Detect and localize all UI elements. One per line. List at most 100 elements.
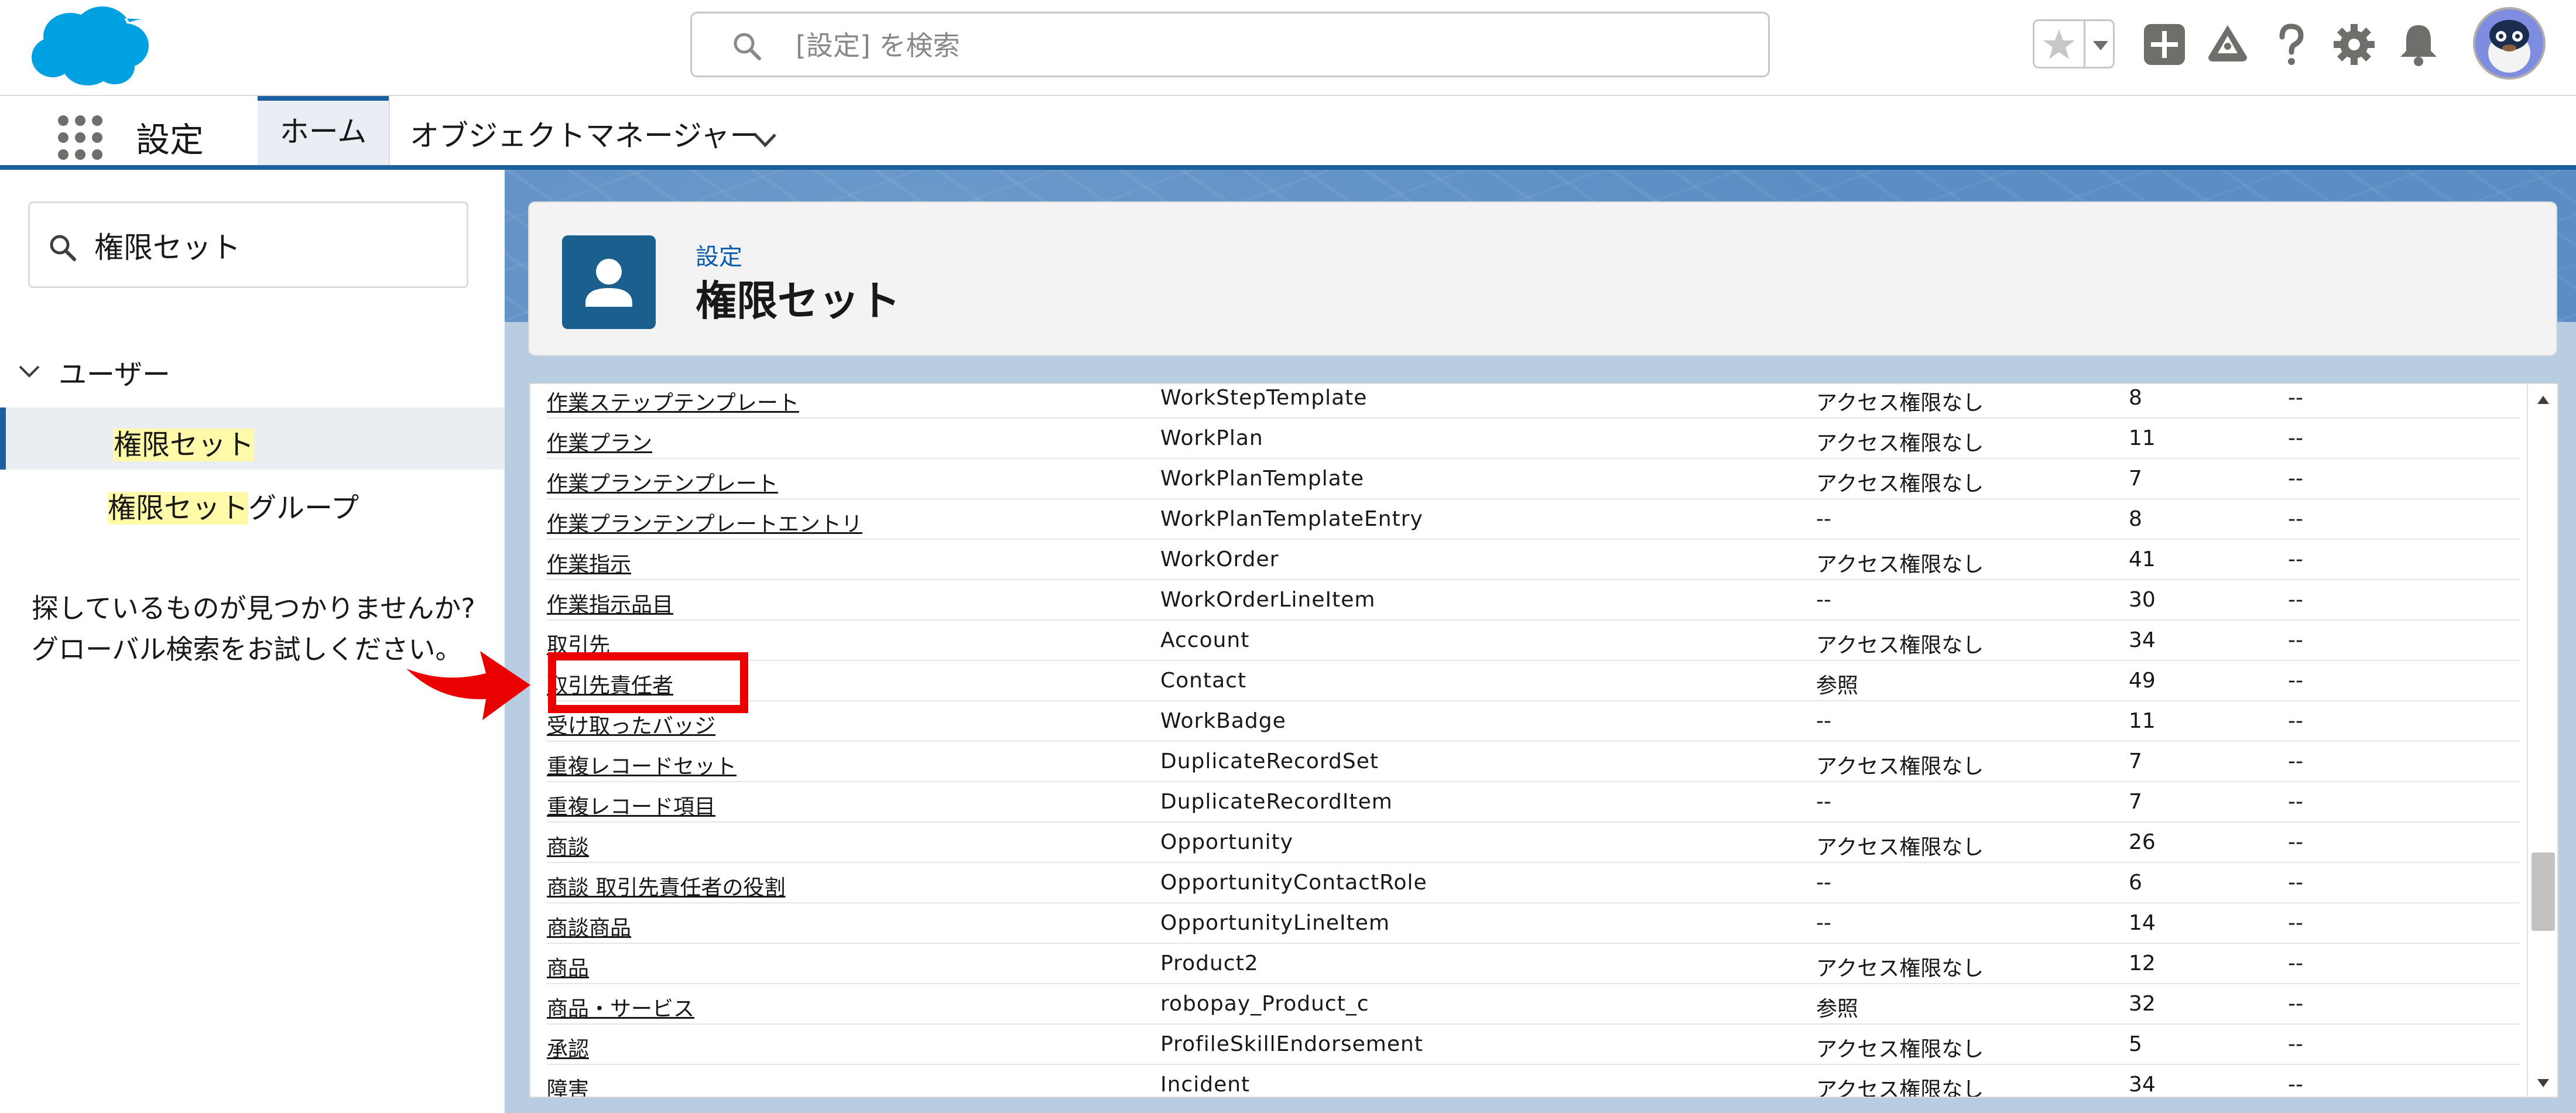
access-cell: アクセス権限なし: [1816, 755, 1984, 779]
access-cell: アクセス権限なし: [1816, 431, 1984, 456]
tab-object-manager[interactable]: オブジェクトマネージャー: [410, 112, 759, 155]
global-search-box[interactable]: [690, 12, 1770, 77]
access-cell: アクセス権限なし: [1816, 472, 1984, 496]
setup-sidebar: ユーザー 権限セット 権限セットグループ 探しているものが見つかりませんか? グ…: [0, 170, 505, 1113]
extra-cell: --: [2288, 669, 2303, 693]
sidebar-item-permission-set-groups[interactable]: 権限セットグループ: [0, 471, 505, 533]
api-name-cell: WorkOrderLineItem: [1160, 588, 1376, 612]
chevron-down-icon[interactable]: [16, 358, 42, 384]
extra-cell: --: [2288, 386, 2303, 410]
object-name-link[interactable]: 作業指示: [547, 547, 631, 578]
access-cell: アクセス権限なし: [1816, 633, 1984, 657]
global-search-input[interactable]: [794, 24, 1675, 67]
table-row: 承認 ProfileSkillEndorsement アクセス権限なし 5 --: [547, 1025, 2520, 1065]
sidebar-item-permission-sets[interactable]: 権限セット: [0, 407, 505, 470]
scroll-down-icon[interactable]: [2535, 1074, 2551, 1091]
object-name-link[interactable]: 作業プランテンプレートエントリ: [547, 507, 862, 537]
count-cell: 14: [2129, 911, 2156, 935]
table-row: 作業プランテンプレート WorkPlanTemplate アクセス権限なし 7 --: [547, 459, 2520, 499]
object-permissions-table[interactable]: 作業ステップテンプレート WorkStepTemplate アクセス権限なし 8 -- 作…: [529, 383, 2558, 1098]
object-name-link[interactable]: 商品・サービス: [547, 992, 694, 1022]
object-name-link[interactable]: 作業指示品目: [547, 588, 673, 618]
annotation-highlight-box: [548, 652, 748, 713]
tab-divider: [389, 96, 390, 165]
scroll-up-icon[interactable]: [2535, 392, 2551, 409]
count-cell: 26: [2129, 830, 2156, 854]
search-icon: [734, 33, 761, 60]
object-name-link[interactable]: 作業ステップテンプレート: [547, 386, 799, 416]
breadcrumb[interactable]: 設定: [696, 238, 742, 272]
count-cell: 8: [2129, 386, 2142, 410]
scrollbar-thumb[interactable]: [2532, 852, 2555, 931]
search-highlight: 権限セット: [114, 429, 255, 461]
salesforce-logo[interactable]: [29, 6, 151, 88]
extra-cell: --: [2288, 628, 2303, 652]
chevron-down-icon[interactable]: [751, 125, 780, 155]
object-name-link[interactable]: 商品: [547, 951, 589, 982]
help-icon[interactable]: [2267, 20, 2315, 69]
table-row: 商談 Opportunity アクセス権限なし 26 --: [547, 823, 2520, 863]
favorites-button-group[interactable]: [2033, 19, 2115, 69]
plus-icon[interactable]: [2140, 20, 2188, 69]
vertical-scrollbar[interactable]: [2527, 384, 2557, 1097]
trailhead-icon[interactable]: [2204, 20, 2252, 69]
object-name-link[interactable]: 受け取ったバッジ: [547, 709, 715, 739]
page-header: 設定 権限セット: [528, 201, 2557, 356]
api-name-cell: Product2: [1160, 951, 1259, 975]
tab-home[interactable]: ホーム: [258, 96, 389, 165]
api-name-cell: WorkPlanTemplateEntry: [1160, 507, 1423, 531]
object-name-link[interactable]: 作業プラン: [547, 426, 652, 457]
chevron-down-icon[interactable]: [2089, 34, 2112, 56]
object-name-link[interactable]: 作業プランテンプレート: [547, 467, 778, 497]
extra-cell: --: [2288, 1032, 2303, 1056]
gear-icon[interactable]: [2330, 20, 2378, 69]
object-name-link[interactable]: 重複レコード項目: [547, 790, 715, 820]
table-row: 受け取ったバッジ WorkBadge -- 11 --: [547, 701, 2520, 742]
access-cell: --: [1816, 709, 1831, 733]
count-cell: 41: [2129, 547, 2156, 571]
sidebar-item-label: 権限セット: [114, 422, 255, 463]
count-cell: 7: [2129, 749, 2142, 773]
access-cell: アクセス権限なし: [1816, 1037, 1984, 1061]
access-cell: --: [1816, 507, 1831, 531]
page-title: 権限セット: [696, 277, 900, 325]
api-name-cell: robopay_Product_c: [1160, 992, 1369, 1016]
astro-avatar-icon: [2475, 9, 2543, 77]
count-cell: 34: [2129, 628, 2156, 652]
api-name-cell: DuplicateRecordItem: [1160, 790, 1393, 814]
table-row: 商談商品 OpportunityLineItem -- 14 --: [547, 903, 2520, 944]
object-name-link[interactable]: 重複レコードセット: [547, 749, 737, 780]
object-name-link[interactable]: 商談 取引先責任者の役割: [547, 871, 785, 901]
page-header-icon-box: [562, 235, 656, 329]
table-row: 作業ステップテンプレート WorkStepTemplate アクセス権限なし 8 --: [547, 384, 2520, 419]
extra-cell: --: [2288, 467, 2303, 491]
count-cell: 11: [2129, 709, 2156, 733]
table-row: 障害 Incident アクセス権限なし 34 --: [547, 1065, 2520, 1097]
extra-cell: --: [2288, 588, 2303, 612]
bell-icon[interactable]: [2395, 20, 2443, 69]
access-cell: --: [1816, 871, 1831, 895]
object-name-link[interactable]: 商談商品: [547, 911, 631, 941]
api-name-cell: OpportunityContactRole: [1160, 871, 1427, 895]
annotation-arrow-icon: [406, 651, 530, 720]
star-icon[interactable]: [2040, 26, 2078, 63]
app-launcher-icon[interactable]: [56, 114, 104, 162]
search-highlight: 権限セット: [108, 492, 249, 525]
avatar[interactable]: [2473, 7, 2546, 80]
access-cell: アクセス権限なし: [1816, 835, 1984, 859]
extra-cell: --: [2288, 951, 2303, 975]
count-cell: 12: [2129, 951, 2156, 975]
sidebar-item-label-rest: グループ: [248, 492, 359, 525]
quick-find-input[interactable]: [93, 224, 447, 266]
object-name-link[interactable]: 商談: [547, 830, 589, 861]
extra-cell: --: [2288, 911, 2303, 935]
object-name-link[interactable]: 承認: [547, 1032, 589, 1063]
quick-find-box[interactable]: [28, 201, 468, 288]
api-name-cell: OpportunityLineItem: [1160, 911, 1390, 935]
object-name-link[interactable]: 障害: [547, 1073, 589, 1097]
table-row: 取引先責任者 Contact 参照 49 --: [547, 661, 2520, 701]
extra-cell: --: [2288, 749, 2303, 773]
api-name-cell: Incident: [1160, 1073, 1251, 1097]
extra-cell: --: [2288, 426, 2303, 450]
api-name-cell: Contact: [1160, 669, 1247, 693]
